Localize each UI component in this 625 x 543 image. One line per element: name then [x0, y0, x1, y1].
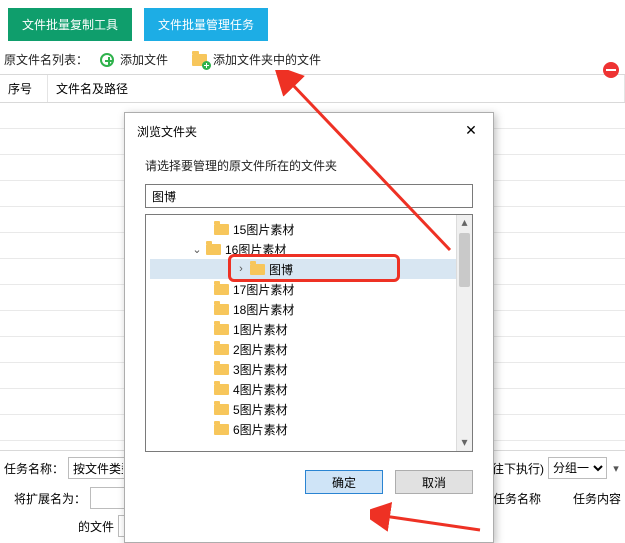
- add-icon: [100, 53, 114, 67]
- tree-node-label: 2图片素材: [233, 341, 288, 358]
- folder-icon: [214, 344, 229, 355]
- file-batch-task-button[interactable]: 文件批量管理任务: [144, 8, 268, 41]
- tree-node[interactable]: › 图博: [150, 259, 456, 279]
- tree-node-label: 17图片素材: [233, 281, 294, 298]
- tree-node-label: 18图片素材: [233, 301, 294, 318]
- tree-node-label: 5图片素材: [233, 401, 288, 418]
- tree-node[interactable]: 3图片素材: [150, 359, 456, 379]
- chevron-down-icon: ▾: [611, 462, 621, 475]
- folder-icon: [214, 224, 229, 235]
- tree-node[interactable]: 4图片素材: [150, 379, 456, 399]
- scrollbar[interactable]: ▴ ▾: [456, 215, 472, 451]
- folder-icon: [214, 364, 229, 375]
- folder-icon: [214, 304, 229, 315]
- scroll-thumb[interactable]: [459, 233, 470, 287]
- tree-node-label: 1图片素材: [233, 321, 288, 338]
- tree-node-label: 3图片素材: [233, 361, 288, 378]
- folder-add-icon: [192, 54, 207, 66]
- tree-node-label: 15图片素材: [233, 221, 294, 238]
- add-folder-files-link[interactable]: 添加文件夹中的文件: [213, 51, 321, 68]
- close-icon[interactable]: ✕: [459, 121, 483, 141]
- folder-icon: [250, 264, 265, 275]
- of-file-label: 的文件: [78, 518, 114, 535]
- grid-header: 序号 文件名及路径: [0, 74, 625, 103]
- file-batch-copy-button[interactable]: 文件批量复制工具: [8, 8, 132, 41]
- tree-node-label: 6图片素材: [233, 421, 288, 438]
- tree-node[interactable]: 17图片素材: [150, 279, 456, 299]
- tree-node-label: 图博: [269, 261, 293, 278]
- source-list-label: 原文件名列表：: [4, 51, 88, 68]
- chevron-right-icon: ›: [236, 263, 246, 275]
- tree-node[interactable]: ⌄ 16图片素材: [150, 239, 456, 259]
- group-select[interactable]: 分组一: [548, 457, 607, 479]
- folder-icon: [214, 324, 229, 335]
- taskcontent-col: 任务内容: [573, 490, 621, 507]
- tree-node[interactable]: 2图片素材: [150, 339, 456, 359]
- tree-node[interactable]: 18图片素材: [150, 299, 456, 319]
- folder-icon: [214, 384, 229, 395]
- tree-node[interactable]: 5图片素材: [150, 399, 456, 419]
- tree-node[interactable]: 1图片素材: [150, 319, 456, 339]
- task-name-label: 任务名称：: [4, 460, 64, 477]
- dialog-message: 请选择要管理的原文件所在的文件夹: [125, 147, 493, 182]
- tree-node[interactable]: 15图片素材: [150, 219, 456, 239]
- col-path[interactable]: 文件名及路径: [48, 75, 625, 102]
- add-file-link[interactable]: 添加文件: [120, 51, 168, 68]
- remove-icon[interactable]: [603, 62, 619, 78]
- folder-icon: [214, 404, 229, 415]
- tree-node-label: 16图片素材: [225, 241, 286, 258]
- scroll-up-icon[interactable]: ▴: [457, 215, 472, 231]
- folder-icon: [206, 244, 221, 255]
- tree-node[interactable]: 6图片素材: [150, 419, 456, 439]
- folder-tree[interactable]: 15图片素材 ⌄ 16图片素材 › 图博 17图片素材 18图片素材 1图片素材 2图片素材 3图…: [145, 214, 473, 452]
- path-input[interactable]: [145, 184, 473, 208]
- ext-label: 将扩展名为：: [14, 490, 86, 507]
- scroll-down-icon[interactable]: ▾: [457, 435, 472, 451]
- browse-folder-dialog: 浏览文件夹 ✕ 请选择要管理的原文件所在的文件夹 15图片素材 ⌄ 16图片素材 › 图…: [124, 112, 494, 543]
- folder-icon: [214, 424, 229, 435]
- cancel-button[interactable]: 取消: [395, 470, 473, 494]
- task-name-input[interactable]: [68, 457, 128, 479]
- after-done-label: 往下执行): [492, 460, 544, 477]
- tree-node-label: 4图片素材: [233, 381, 288, 398]
- taskname-col: 任务名称: [493, 490, 541, 507]
- dialog-title: 浏览文件夹: [137, 123, 197, 140]
- folder-icon: [214, 284, 229, 295]
- col-seq[interactable]: 序号: [0, 75, 48, 102]
- ok-button[interactable]: 确定: [305, 470, 383, 494]
- chevron-down-icon: ⌄: [192, 243, 202, 256]
